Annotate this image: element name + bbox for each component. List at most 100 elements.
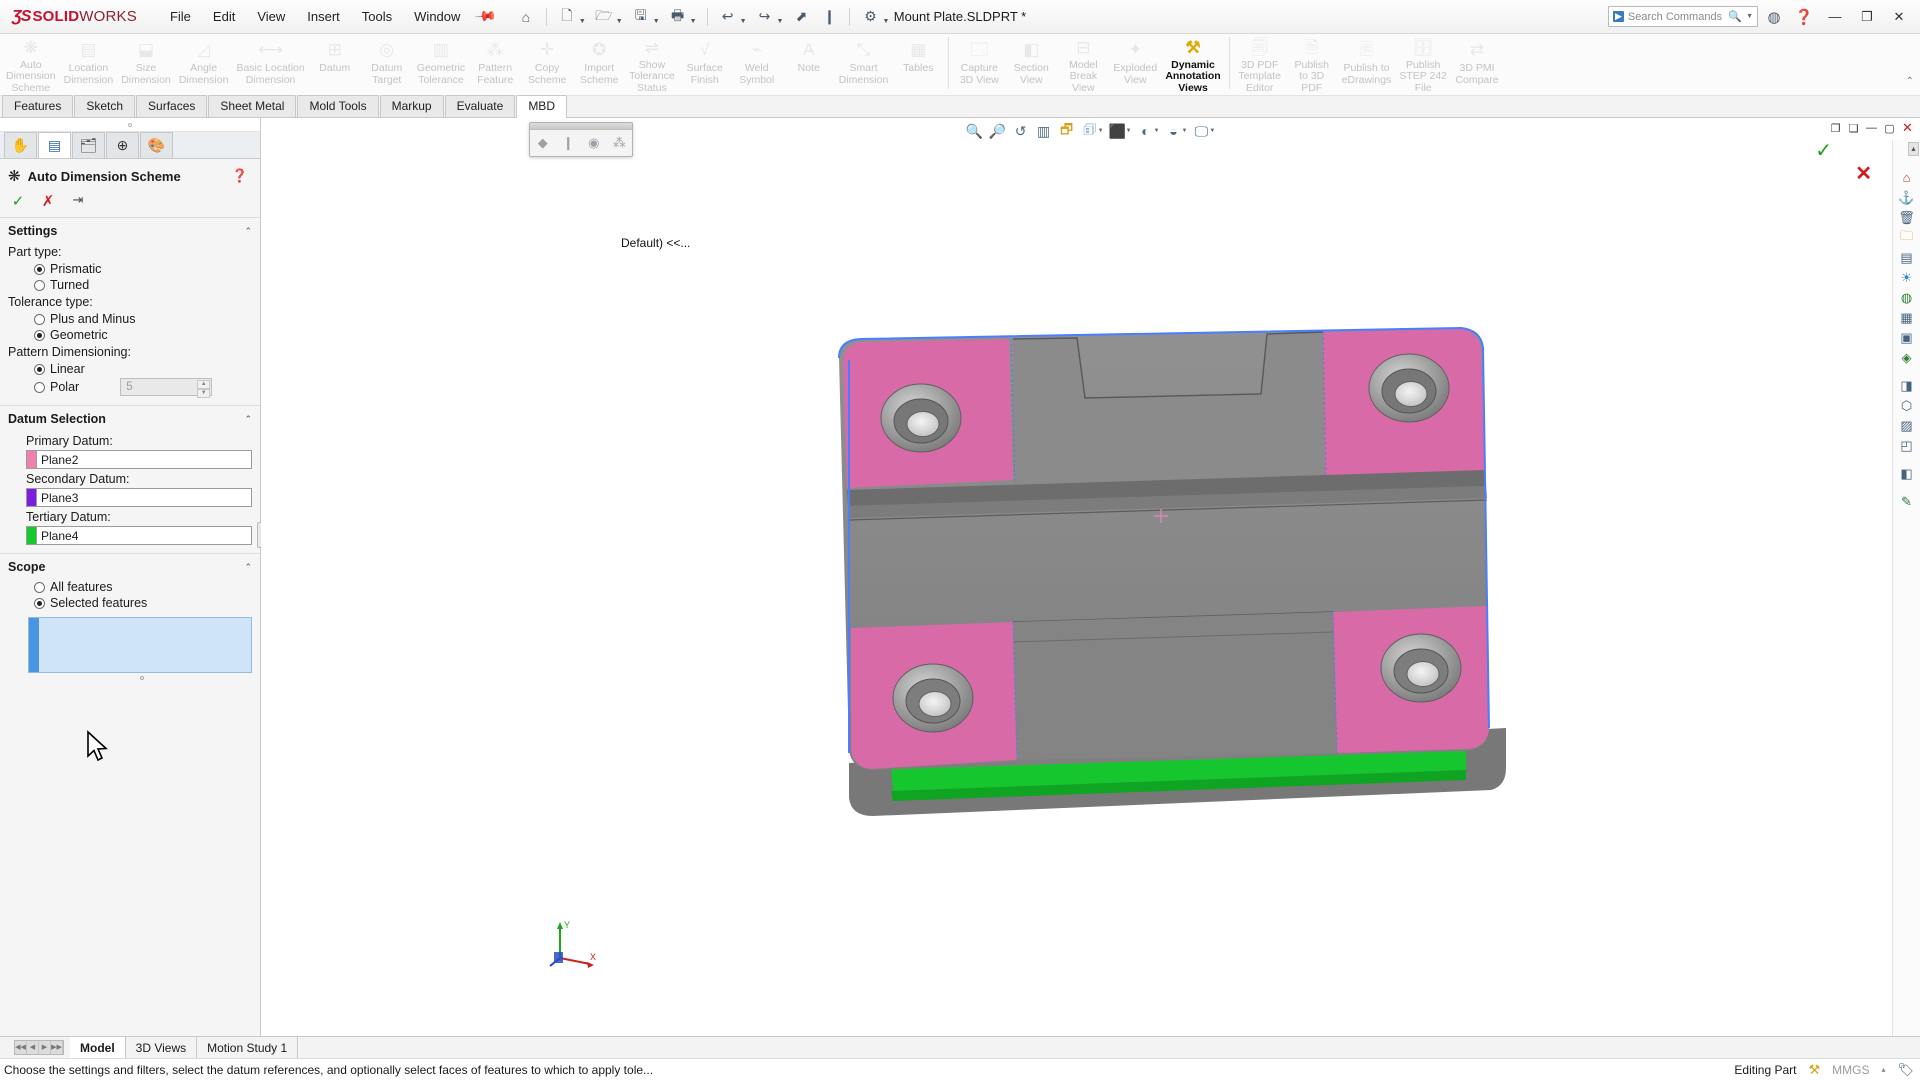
floating-mbd-toolbar[interactable]: ◆ ❙ ◉ ⁂ bbox=[529, 122, 633, 157]
display-states-icon[interactable]: ◨ bbox=[1896, 376, 1918, 395]
save-caret-icon[interactable]: ▼ bbox=[653, 18, 660, 29]
viewport-confirm-cancel-icon[interactable]: ✕ bbox=[1855, 161, 1872, 186]
ribbon-dynamic-annotation-views[interactable]: ⚒Dynamic Annotation Views bbox=[1161, 34, 1224, 94]
vp-minimize-icon[interactable]: — bbox=[1863, 119, 1880, 137]
3d-model-mount-plate[interactable] bbox=[561, 208, 1561, 848]
size-dimension-tool-icon[interactable]: ❙ bbox=[556, 130, 582, 156]
pushpin-icon[interactable]: 📌 bbox=[474, 4, 498, 28]
tab-mold-tools[interactable]: Mold Tools bbox=[297, 95, 378, 117]
radio-tolerance-geometric[interactable]: Geometric bbox=[8, 327, 252, 343]
ribbon-surface-finish[interactable]: √Surface Finish bbox=[679, 34, 731, 94]
dimxpert-manager-tab[interactable]: ⊕ bbox=[106, 132, 139, 158]
zoom-to-area-icon[interactable]: 🔎 bbox=[987, 120, 1009, 142]
scope-section-header[interactable]: Scope ⌃ bbox=[0, 554, 260, 579]
redo-caret-icon[interactable]: ▼ bbox=[777, 18, 784, 29]
ribbon-collapse-caret-icon[interactable]: ⌃ bbox=[1906, 76, 1914, 87]
configuration-manager-tab[interactable]: 🗂 bbox=[72, 132, 105, 158]
polar-count-stepper[interactable]: 5 ▲▼ bbox=[120, 378, 212, 396]
chevron-up-icon[interactable]: ⌃ bbox=[244, 562, 252, 573]
ribbon-3d-pdf-template-editor[interactable]: 🗐3D PDF Template Editor bbox=[1234, 34, 1286, 94]
radio-part-type-turned[interactable]: Turned bbox=[8, 277, 252, 293]
display-manager-tab[interactable]: 🎨 bbox=[140, 132, 173, 158]
tab-mbd[interactable]: MBD bbox=[516, 95, 567, 118]
display-style-caret-icon[interactable]: ▼ bbox=[1098, 128, 1104, 134]
view-home-icon[interactable]: ⌂ bbox=[1896, 168, 1918, 187]
bottom-tab-motion-study[interactable]: Motion Study 1 bbox=[197, 1037, 298, 1059]
options-caret-icon[interactable]: ▼ bbox=[882, 18, 889, 29]
datum-tool-icon[interactable]: ◆ bbox=[530, 130, 556, 156]
tab-nav-last-icon[interactable]: ▶▶ bbox=[51, 1041, 63, 1054]
appearances-folder-icon[interactable]: 🗀 bbox=[1896, 228, 1918, 247]
datum-selection-header[interactable]: Datum Selection ⌃ bbox=[0, 406, 260, 431]
measure-icon[interactable]: ◰ bbox=[1896, 436, 1918, 455]
ribbon-location-dimension[interactable]: ▤Location Dimension bbox=[60, 34, 118, 94]
ribbon-publish-to-edrawings[interactable]: 🗏Publish to eDrawings bbox=[1338, 34, 1396, 94]
save-icon[interactable]: 🖫 bbox=[628, 5, 654, 29]
user-account-icon[interactable]: ◍ bbox=[1760, 4, 1788, 30]
bottom-tab-model[interactable]: Model bbox=[70, 1037, 126, 1059]
radio-tolerance-plus-minus[interactable]: Plus and Minus bbox=[8, 311, 252, 327]
vp-maximize-icon[interactable]: ▢ bbox=[1881, 119, 1898, 137]
display-overlay-icon[interactable]: 🏷 bbox=[1897, 1062, 1914, 1078]
selected-features-listbox[interactable] bbox=[28, 617, 252, 673]
open-folder-icon[interactable]: 🗁 bbox=[591, 5, 617, 29]
ribbon-import-scheme[interactable]: ✪Import Scheme bbox=[573, 34, 625, 94]
secondary-datum-value[interactable]: Plane3 bbox=[36, 488, 252, 507]
chevron-up-icon[interactable]: ⌃ bbox=[244, 226, 252, 237]
tab-nav-prev-icon[interactable]: ◀ bbox=[27, 1041, 39, 1054]
radio-pattern-linear[interactable]: Linear bbox=[8, 361, 252, 377]
ribbon-smart-dimension[interactable]: ⤡Smart Dimension bbox=[835, 34, 893, 94]
secondary-datum-field[interactable]: Plane3 bbox=[26, 488, 252, 507]
search-input[interactable]: Search Commands bbox=[1628, 11, 1722, 23]
datum-target-tool-icon[interactable]: ◉ bbox=[581, 130, 607, 156]
ribbon-pattern-feature[interactable]: ⁂Pattern Feature bbox=[469, 34, 521, 94]
search-commands-box[interactable]: ▶ Search Commands 🔍 ▼ bbox=[1608, 6, 1758, 27]
ribbon-show-tolerance-status[interactable]: ⇌Show Tolerance Status bbox=[625, 34, 679, 94]
ribbon-geometric-tolerance[interactable]: ▥Geometric Tolerance bbox=[413, 34, 469, 94]
vp-close-icon[interactable]: ✕ bbox=[1899, 119, 1916, 137]
hide-show-caret-icon[interactable]: ▼ bbox=[1126, 128, 1132, 134]
zoom-to-fit-icon[interactable]: 🔍 bbox=[964, 120, 986, 142]
ribbon-publish-to-3d-pdf[interactable]: 🗎Publish to 3D PDF bbox=[1286, 34, 1338, 94]
ribbon-exploded-view[interactable]: ✦Exploded View bbox=[1109, 34, 1161, 94]
section-tools-icon[interactable]: ◧ bbox=[1896, 464, 1918, 483]
viewport-confirm-check-icon[interactable]: ✓ bbox=[1815, 138, 1832, 163]
decals-icon[interactable]: ◍ bbox=[1896, 288, 1918, 307]
view-orientation-icon[interactable]: 🗗 bbox=[1056, 120, 1078, 142]
ribbon-auto-dimension-scheme[interactable]: ❋Auto Dimension Scheme bbox=[2, 34, 60, 94]
vp-restore-icon[interactable]: ❏ bbox=[1845, 119, 1862, 137]
custom-appearance-icon[interactable]: ◈ bbox=[1896, 348, 1918, 367]
feature-manager-tab[interactable]: ✋ bbox=[4, 132, 37, 158]
stepper-arrows[interactable]: ▲▼ bbox=[197, 380, 210, 394]
tab-nav-next-icon[interactable]: ▶ bbox=[39, 1041, 51, 1054]
print-icon[interactable]: 🖶 bbox=[665, 5, 691, 29]
undo-icon[interactable]: ↩ bbox=[715, 5, 741, 29]
ribbon-section-view[interactable]: ◧Section View bbox=[1005, 34, 1057, 94]
open-caret-icon[interactable]: ▼ bbox=[616, 18, 623, 29]
stepper-down-icon[interactable]: ▼ bbox=[197, 389, 210, 398]
annotation-icon[interactable]: ▨ bbox=[1896, 416, 1918, 435]
search-caret-icon[interactable]: ▼ bbox=[1746, 13, 1753, 20]
scenes-icon[interactable]: ▤ bbox=[1896, 248, 1918, 267]
radio-scope-all-features[interactable]: All features bbox=[8, 579, 252, 595]
minimize-window-button[interactable]: — bbox=[1820, 4, 1850, 30]
ribbon-model-break-view[interactable]: ⊟Model Break View bbox=[1057, 34, 1109, 94]
menu-item-edit[interactable]: Edit bbox=[202, 5, 246, 28]
help-question-icon[interactable]: ❓ bbox=[232, 168, 248, 184]
graphics-viewport[interactable]: 🔍 🔎 ↺ ▥ 🗗 🗊▼ ⬛▼ ◐▼ ◒▼ 🖵▼ ❐ ❏ — ▢ ✕ bbox=[261, 118, 1920, 1036]
radio-scope-selected-features[interactable]: Selected features bbox=[8, 595, 252, 611]
menu-item-view[interactable]: View bbox=[246, 5, 296, 28]
ribbon-note[interactable]: ANote bbox=[783, 34, 835, 94]
close-window-button[interactable]: ✕ bbox=[1884, 4, 1914, 30]
ribbon-capture-3d-view[interactable]: 🗔Capture 3D View bbox=[953, 34, 1005, 94]
viewport-scroll-up-icon[interactable]: ▲ bbox=[1908, 142, 1919, 156]
primary-datum-value[interactable]: Plane2 bbox=[36, 450, 252, 469]
render-tools-icon[interactable]: ⬡ bbox=[1896, 396, 1918, 415]
trash-icon[interactable]: 🗑 bbox=[1896, 208, 1918, 227]
print-caret-icon[interactable]: ▼ bbox=[690, 18, 697, 29]
vp-restore-down-icon[interactable]: ❐ bbox=[1827, 119, 1844, 137]
pattern-tool-icon[interactable]: ⁂ bbox=[607, 130, 633, 156]
tab-evaluate[interactable]: Evaluate bbox=[445, 95, 516, 117]
ribbon-datum-target[interactable]: ◎Datum Target bbox=[361, 34, 413, 94]
ribbon-angle-dimension[interactable]: ◿Angle Dimension bbox=[175, 34, 233, 94]
